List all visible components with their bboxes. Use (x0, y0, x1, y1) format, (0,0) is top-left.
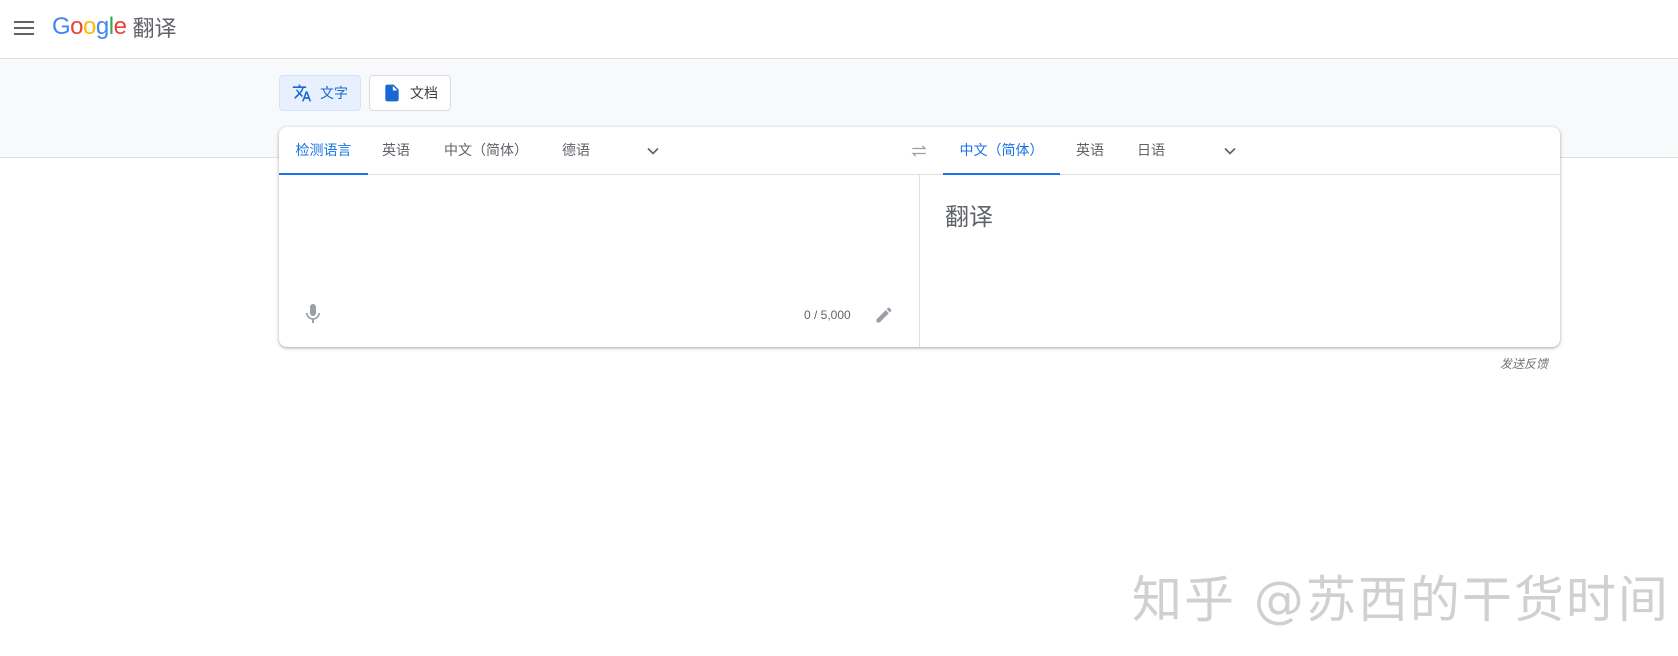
source-lang-tab-english[interactable]: 英语 (373, 127, 419, 175)
watermark: 知乎 @苏西的干货时间 (1132, 571, 1670, 629)
language-bar: 检测语言 英语 中文（简体） 德语 中文（简体） 英语 日语 (279, 127, 1560, 175)
hamburger-menu-icon[interactable] (12, 16, 36, 40)
target-more-langs-chevron-down-icon[interactable] (1220, 141, 1240, 161)
target-lang-tab-english[interactable]: 英语 (1067, 127, 1113, 175)
source-more-langs-chevron-down-icon[interactable] (643, 141, 663, 161)
source-text-input[interactable] (295, 187, 899, 291)
google-translate-logo[interactable]: Google 翻译 (52, 12, 176, 42)
character-count: 0 / 5,000 (804, 308, 851, 322)
translation-output-placeholder: 翻译 (945, 204, 993, 231)
panel-divider (919, 175, 920, 347)
product-name: 翻译 (132, 16, 177, 41)
top-app-bar: Google 翻译 (0, 0, 1678, 59)
source-lang-tab-detect[interactable]: 检测语言 (279, 127, 368, 175)
send-feedback-link[interactable]: 发送反馈 (1500, 355, 1548, 372)
target-lang-tab-japanese[interactable]: 日语 (1128, 127, 1174, 175)
document-mode-label: 文档 (410, 85, 438, 101)
google-logo: Google (52, 13, 127, 40)
translate-icon (292, 83, 312, 103)
source-lang-tab-german[interactable]: 德语 (553, 127, 599, 175)
text-mode-label: 文字 (320, 85, 348, 101)
target-lang-tab-chinese[interactable]: 中文（简体） (943, 127, 1060, 175)
pencil-icon[interactable] (874, 305, 894, 325)
microphone-icon[interactable] (301, 302, 325, 326)
swap-languages-icon[interactable] (908, 141, 930, 161)
document-mode-button[interactable]: 文档 (369, 75, 451, 111)
source-lang-tab-chinese[interactable]: 中文（简体） (431, 127, 541, 175)
document-icon (382, 83, 402, 103)
text-mode-button[interactable]: 文字 (279, 75, 361, 111)
translation-card: 检测语言 英语 中文（简体） 德语 中文（简体） 英语 日语 0 / 5,000… (279, 127, 1560, 347)
